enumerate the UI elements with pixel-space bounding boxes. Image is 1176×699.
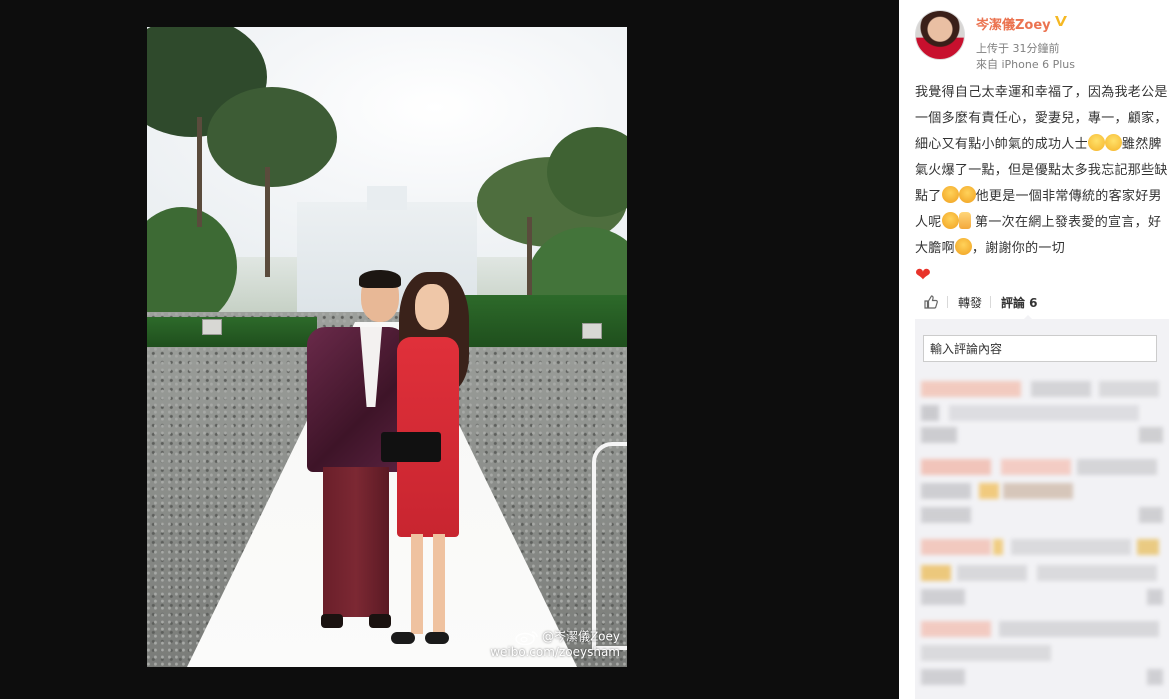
post-text: ，謝謝你的一切 [971,241,1066,256]
watermark-url: weibo.com/zoeysham [490,645,620,659]
blurred-comment [921,427,1163,445]
blurred-comment [921,483,1161,501]
post-source: 來自 iPhone 6 Plus [976,58,1076,71]
crying-emoji-icon [1087,134,1105,151]
post-actions: 轉發 評論 6 [915,292,1171,320]
heart-emoji-icon: ❤ [915,264,932,286]
post-photo[interactable]: @岑潔儀Zoey weibo.com/zoeysham [147,27,627,667]
blurred-comment [921,621,1161,639]
blush-emoji-icon [954,238,972,255]
blurred-comment [921,589,1163,607]
weibo-logo-icon [515,631,538,645]
post-content: 我覺得自己太幸運和幸福了，因為我老公是一個多麼有責任心，愛妻兒，專一，顧家，細心… [915,80,1171,289]
comment-button[interactable]: 評論 6 [1001,294,1038,311]
photo-chair [592,442,627,650]
comment-input[interactable]: 輸入評論內容 [923,335,1157,362]
blurred-comment [921,507,1163,525]
image-viewer: @岑潔儀Zoey weibo.com/zoeysham [0,0,899,699]
verified-badge-icon [1055,16,1067,26]
photo-watermark: @岑潔儀Zoey weibo.com/zoeysham [490,629,620,660]
post-time: 上传于 31分鐘前 [976,42,1060,55]
divider [947,296,948,308]
photo-trunk [527,217,532,297]
blurred-comment [921,645,1161,663]
repost-button[interactable]: 轉發 [958,294,982,311]
photo-woman [381,272,469,652]
photo-hedge-left [147,317,317,347]
blurred-comment [921,539,1161,557]
crying-emoji-icon [1104,134,1122,151]
like-thumb-icon[interactable] [923,294,939,310]
photo-trunk [265,167,270,277]
photo-bench [202,319,222,335]
post-detail-panel: 岑潔儀Zoey 上传于 31分鐘前 來自 iPhone 6 Plus 我覺得自己… [899,0,1176,699]
photo-trunk [197,117,202,227]
shy-emoji-icon [941,212,959,229]
blurred-comment [921,381,1161,399]
divider [990,296,991,308]
blurred-comment [921,459,1161,477]
laughing-emoji-icon [958,186,976,203]
photo-bench [582,323,602,339]
comment-section: 輸入評論內容 [915,319,1169,699]
blurred-comment [921,405,1161,423]
blurred-comment [921,669,1163,687]
photo-tree [207,87,337,187]
watermark-handle: @岑潔儀Zoey [541,629,620,644]
photo-hedge-right [457,295,627,347]
username-link[interactable]: 岑潔儀Zoey [976,14,1051,33]
blurred-comment [921,565,1161,583]
thumbs-up-emoji-icon [958,212,971,229]
user-avatar[interactable] [915,10,965,60]
laughing-emoji-icon [941,186,959,203]
